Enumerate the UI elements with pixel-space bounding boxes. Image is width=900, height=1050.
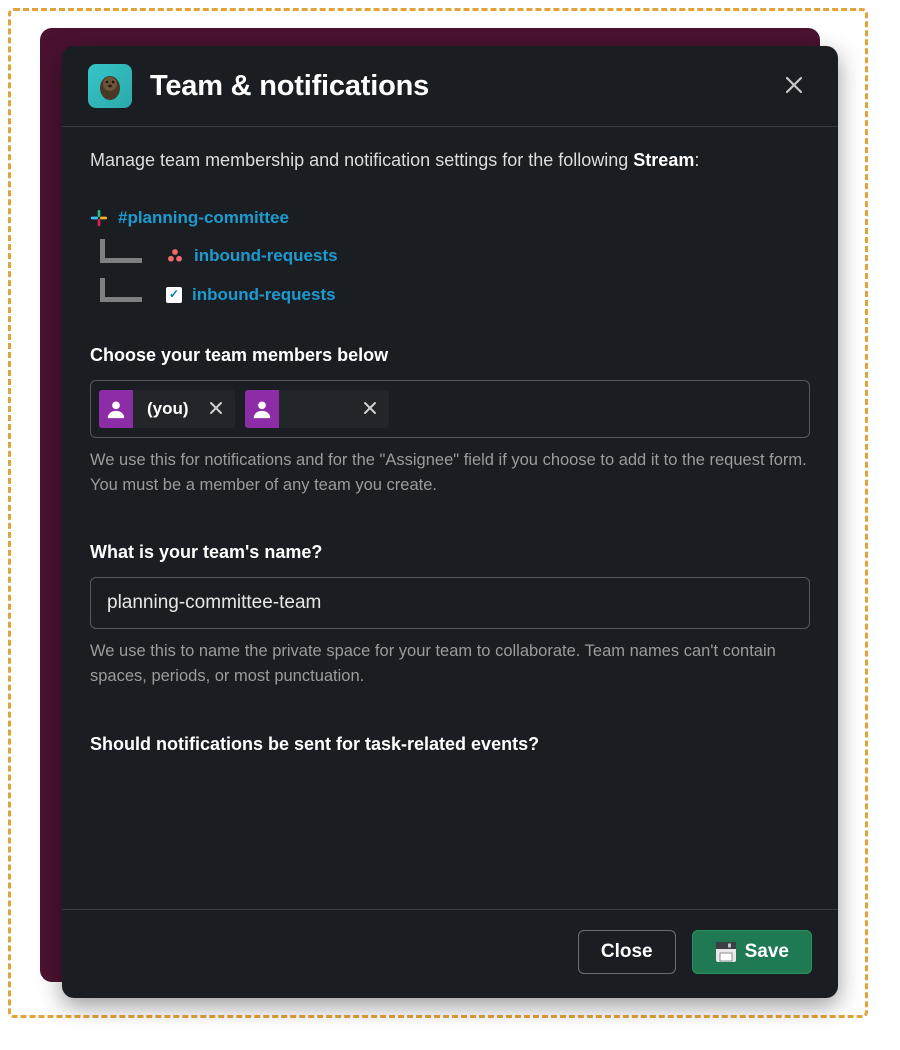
intro-bold: Stream: [633, 150, 694, 170]
intro-text: Manage team membership and notification …: [90, 147, 810, 175]
remove-chip-icon[interactable]: [357, 400, 383, 418]
member-chip: [245, 390, 389, 428]
close-button[interactable]: Close: [578, 930, 676, 974]
stream-child-b-link[interactable]: inbound-requests: [192, 282, 336, 308]
slack-icon: [90, 209, 108, 227]
team-name-helper: We use this to name the private space fo…: [90, 639, 810, 689]
dialog-header: Team & notifications: [62, 46, 838, 127]
save-button[interactable]: Save: [692, 930, 812, 974]
floppy-disk-icon: [715, 941, 737, 963]
stream-root: #planning-committee: [90, 199, 810, 237]
stream-child-b: inbound-requests: [90, 276, 810, 314]
stream-child-a-link[interactable]: inbound-requests: [194, 243, 338, 269]
dialog-title: Team & notifications: [150, 70, 776, 103]
intro-suffix: :: [694, 150, 699, 170]
save-button-label: Save: [745, 941, 789, 963]
remove-chip-icon[interactable]: [203, 400, 229, 418]
team-members-helper: We use this for notifications and for th…: [90, 448, 810, 498]
stream-list: #planning-committee inbound-requests inb…: [90, 199, 810, 314]
trello-icon: [166, 287, 182, 303]
close-button-label: Close: [601, 941, 653, 963]
asana-icon: [166, 247, 184, 265]
avatar-icon: [245, 390, 279, 428]
tree-connector-icon: [100, 247, 152, 265]
dialog-body: Manage team membership and notification …: [62, 127, 838, 909]
team-members-input[interactable]: (you): [90, 380, 810, 438]
member-chip-label: (you): [145, 396, 191, 422]
app-otter-icon: [88, 64, 132, 108]
stream-child-a: inbound-requests: [90, 237, 810, 275]
dialog-footer: Close Save: [62, 909, 838, 998]
close-icon[interactable]: [776, 69, 812, 103]
team-name-input[interactable]: [90, 577, 810, 629]
team-notifications-dialog: Team & notifications Manage team members…: [62, 46, 838, 998]
member-chip-you: (you): [99, 390, 235, 428]
notifications-label: Should notifications be sent for task-re…: [90, 731, 810, 759]
team-members-label: Choose your team members below: [90, 342, 810, 370]
team-name-label: What is your team's name?: [90, 539, 810, 567]
stream-root-link[interactable]: #planning-committee: [118, 205, 289, 231]
avatar-icon: [99, 390, 133, 428]
intro-prefix: Manage team membership and notification …: [90, 150, 633, 170]
tree-connector-icon: [100, 286, 152, 304]
